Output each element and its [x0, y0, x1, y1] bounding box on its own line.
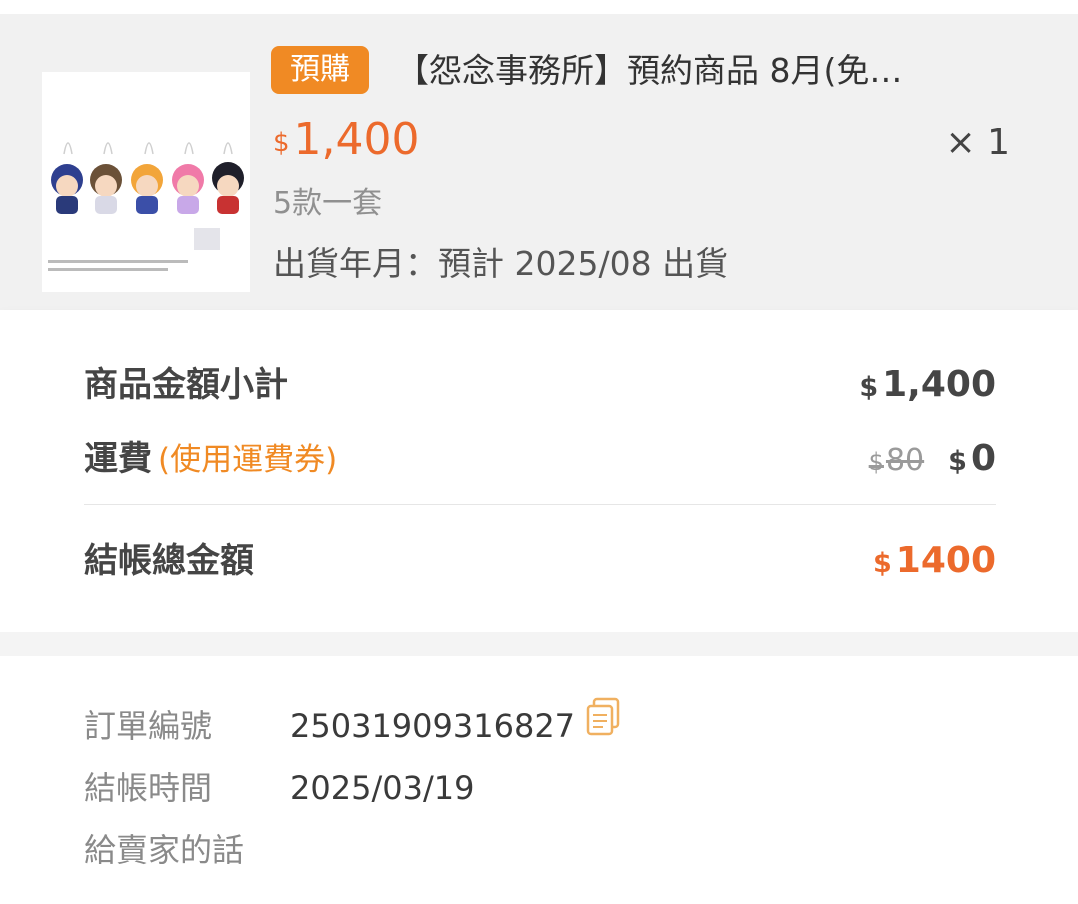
product-variant: 5款一套: [273, 186, 383, 221]
shipping-original-amount: 80: [885, 443, 925, 478]
total-amount: 1400: [895, 540, 996, 581]
section-gap: [0, 632, 1078, 656]
shipping-label: 運費: [84, 439, 152, 479]
message-to-seller-label: 給賣家的話: [84, 831, 245, 869]
order-number: 25031909316827: [290, 707, 576, 745]
price-amount: 1,400: [293, 114, 420, 165]
shipping-amount: 0: [970, 438, 996, 479]
subtotal-value: $1,400: [859, 362, 996, 411]
total-label: 結帳總金額: [84, 541, 254, 581]
total-value: $1400: [873, 538, 996, 587]
ship-date: 出貨年月：預計 2025/08 出貨: [273, 244, 729, 283]
product-title[interactable]: 【怨念事務所】預約商品 8月(免…: [396, 48, 1006, 96]
checkout-time: 2025/03/19: [290, 769, 475, 807]
product-thumbnail[interactable]: [42, 72, 250, 292]
price-currency: $: [273, 128, 290, 158]
subtotal-currency: $: [859, 372, 879, 403]
copy-icon[interactable]: [585, 697, 621, 737]
top-strip: [0, 0, 1078, 14]
shipping-coupon-note: (使用運費券): [158, 442, 338, 478]
shipping-currency: $: [948, 446, 967, 477]
plush-keychains-image: [42, 72, 250, 292]
subtotal-label: 商品金額小計: [84, 365, 288, 405]
order-number-label: 訂單編號: [84, 707, 213, 745]
subtotal-amount: 1,400: [882, 364, 996, 405]
preorder-tag: 預購: [271, 46, 369, 94]
order-item-card[interactable]: 預購 【怨念事務所】預約商品 8月(免… $1,400 × 1 5款一套 出貨年…: [0, 14, 1078, 310]
product-quantity: × 1: [945, 122, 1010, 163]
shipping-row-label: 運費 (使用運費券): [84, 436, 337, 483]
product-price: $1,400: [273, 114, 420, 169]
shipping-original-currency: $: [868, 448, 884, 476]
summary-divider: [84, 504, 996, 505]
total-currency: $: [873, 548, 892, 579]
shipping-value: $80 $0: [869, 436, 996, 485]
checkout-time-label: 結帳時間: [84, 769, 213, 807]
shipping-original-price: $80: [869, 443, 924, 478]
